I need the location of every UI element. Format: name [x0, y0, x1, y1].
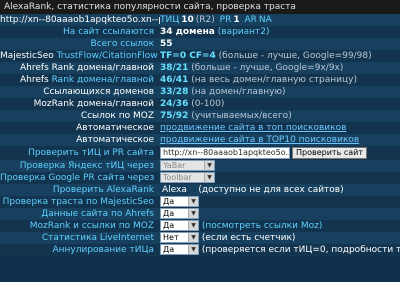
chevron-down-icon: ▼ — [188, 233, 198, 242]
row-label-link[interactable]: TrustFlow/CitationFlow — [57, 51, 158, 61]
row-extra: (на домен/главную) — [188, 87, 286, 97]
row-value: 24/36 — [160, 99, 189, 109]
li-note: (если есть счетчик) — [201, 233, 296, 243]
alexarank-window: AlexaRank, статистика популярности сайта… — [0, 0, 400, 282]
ar-label[interactable]: AR — [244, 15, 256, 25]
row-promo-top10: Автоматическое продвижение сайта в TOP10… — [0, 134, 400, 146]
row-ahrefs-data: Данные сайта по Ahrefs Да ▼ — [0, 208, 400, 220]
moz-links-link[interactable]: (посмотреть ссылки Moz) — [202, 221, 322, 231]
row-extra: (больше - лучше, Google=99/98) — [215, 51, 372, 61]
moz-label[interactable]: MozRank и ссылки по MOZ — [0, 220, 160, 232]
annul-note: (проверяется если тИЦ=0, подробности т — [201, 245, 400, 255]
row-promo-top: Автоматическое продвижение сайта в топ п… — [0, 122, 400, 134]
promo-top10-link[interactable]: продвижение сайта в TOP10 поисковиков — [160, 135, 359, 145]
alexa-value: Alexa — [162, 185, 187, 195]
chevron-down-icon: ▼ — [188, 197, 198, 206]
row-value: 46/41 — [160, 75, 189, 85]
google-select[interactable]: Toolbar ▼ — [160, 172, 215, 183]
r-label: (R2) — [195, 15, 215, 25]
pr-label[interactable]: PR — [220, 15, 232, 25]
check-site-button[interactable]: Проверить сайт — [292, 146, 367, 159]
li-select[interactable]: Нет ▼ — [160, 232, 199, 243]
alexa-note: (доступно не для всех сайтов) — [198, 185, 344, 195]
row-label: Ссылок по MOZ — [80, 111, 154, 121]
chevron-down-icon: ▼ — [204, 173, 214, 182]
ahrefs-label[interactable]: Данные сайта по Ahrefs — [0, 208, 160, 220]
row-ahrefs-rank-2: Ahrefs Rank домена/главной 46/41 (на вес… — [0, 74, 400, 86]
ahrefs-select[interactable]: Да ▼ — [160, 208, 199, 219]
row-label[interactable]: На сайт ссылаются — [0, 26, 160, 38]
row-value: TF=0 CF=4 — [160, 51, 216, 61]
chevron-down-icon: ▼ — [188, 209, 198, 218]
row-liveinternet: Статистика LiveInternet Нет ▼ (если есть … — [0, 232, 400, 244]
row-majestic: MajesticSeo TrustFlow/CitationFlow TF=0 … — [0, 50, 400, 62]
row-majestic-check: Проверка траста по MajesticSeo Да ▼ — [0, 196, 400, 208]
row-total-links: Всего ссылок 55 — [0, 38, 400, 50]
row-ref-domains: Ссылающихся доменов 33/28 (на домен/глав… — [0, 86, 400, 98]
annul-label[interactable]: Аннулирование тИЦа — [0, 244, 160, 256]
yandex-label[interactable]: Проверка Яндекс тИЦ через — [0, 160, 160, 172]
row-extra: (учитываемых/всего) — [188, 111, 292, 121]
site-url-input[interactable]: http://xn--80aaaob1apqkteo5o.xn--p1ai — [160, 146, 290, 159]
row-extra[interactable]: (вариант2) — [215, 27, 270, 37]
rank-strip: ТИЦ 10 (R2) PR 1 AR NA — [160, 14, 400, 26]
row-check-site: Проверить тИЦ и PR сайта http://xn--80aa… — [0, 146, 400, 160]
chevron-down-icon: ▼ — [204, 161, 214, 170]
alexa-label[interactable]: Проверить AlexaRank — [0, 184, 160, 196]
row-value: 34 домена — [160, 27, 215, 37]
majestic-label[interactable]: Проверка траста по MajesticSeo — [0, 196, 160, 208]
row-label: Ahrefs Rank домена/главной — [20, 63, 154, 73]
results-table: http://xn--80aaaob1apqkteo5o.xn--p1ai ТИ… — [0, 14, 400, 256]
li-label[interactable]: Статистика LiveInternet — [0, 232, 160, 244]
majestic-select[interactable]: Да ▼ — [160, 196, 199, 207]
row-moz-links: Ссылок по MOZ 75/92 (учитываемых/всего) — [0, 110, 400, 122]
site-url: http://xn--80aaaob1apqkteo5o.xn--p1ai — [0, 15, 160, 25]
yandex-select[interactable]: YaBar ▼ — [160, 160, 215, 171]
chevron-down-icon: ▼ — [188, 245, 198, 254]
tic-label[interactable]: ТИЦ — [160, 15, 179, 25]
window-title: AlexaRank, статистика популярности сайта… — [0, 0, 400, 14]
chevron-down-icon: ▼ — [188, 221, 198, 230]
row-value: 38/21 — [160, 63, 189, 73]
row-mozrank: MozRank домена/главной 24/36 (0-100) — [0, 98, 400, 110]
pr-value: 1 — [233, 15, 240, 25]
row-label: Автоматическое — [76, 135, 154, 145]
check-site-label[interactable]: Проверить тИЦ и PR сайта — [0, 146, 160, 160]
row-value: 55 — [160, 39, 173, 49]
row-extra: (на весь домен/главную страницу) — [188, 75, 357, 85]
row-extra: (больше - лучше, Google=9x/9x) — [188, 63, 344, 73]
na-label: NA — [258, 15, 272, 25]
row-annul: Аннулирование тИЦа Да ▼ (проверяется если… — [0, 244, 400, 256]
row-label: MozRank домена/главной — [33, 99, 154, 109]
row-linking-domains: На сайт ссылаются 34 домена (вариант2) — [0, 26, 400, 38]
row-google: Проверка Google PR сайта через Toolbar ▼ — [0, 172, 400, 184]
row-label: MajesticSeo TrustFlow/CitationFlow — [0, 51, 158, 61]
row-moz: MozRank и ссылки по MOZ Да ▼ (посмотреть … — [0, 220, 400, 232]
google-label[interactable]: Проверка Google PR сайта через — [0, 172, 160, 184]
annul-select[interactable]: Да ▼ — [160, 244, 199, 255]
row-label[interactable]: Всего ссылок — [0, 38, 160, 50]
row-yandex: Проверка Яндекс тИЦ через YaBar ▼ — [0, 160, 400, 172]
tic-value: 10 — [181, 15, 194, 25]
row-label: Ahrefs Rank домена/главной — [19, 75, 154, 85]
moz-select[interactable]: Да ▼ — [160, 220, 199, 231]
promo-top-link[interactable]: продвижение сайта в топ поисковиков — [160, 123, 346, 133]
row-label: Ссылающихся доменов — [43, 87, 154, 97]
row-ahrefs-rank: Ahrefs Rank домена/главной 38/21 (больше… — [0, 62, 400, 74]
header-row: http://xn--80aaaob1apqkteo5o.xn--p1ai ТИ… — [0, 14, 400, 26]
row-alexa: Проверить AlexaRank Alexa (доступно не д… — [0, 184, 400, 196]
row-extra: (0-100) — [188, 99, 225, 109]
row-label: Автоматическое — [76, 123, 154, 133]
row-value: 33/28 — [160, 87, 189, 97]
row-label-link[interactable]: Rank домена/главной — [52, 75, 154, 85]
row-value: 75/92 — [160, 111, 189, 121]
